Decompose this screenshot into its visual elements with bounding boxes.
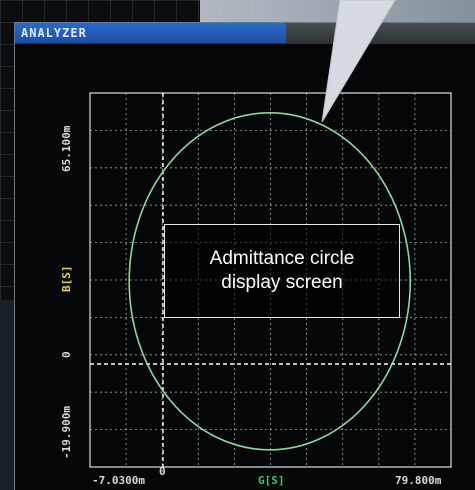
x-axis-label: G[S] (258, 474, 285, 487)
annotation-box: Admittance circle display screen (164, 224, 400, 318)
y-zero-label: 0 (60, 351, 73, 358)
y-axis-label: B[S] (60, 265, 73, 293)
y-max-label: 65.100m (60, 125, 73, 172)
annotation-line-2: display screen (221, 272, 343, 293)
x-min-label: -7.0300m (92, 474, 145, 487)
x-max-label: 79.800m (395, 474, 442, 487)
x-zero-label: 0 (159, 465, 166, 478)
annotation-line-1: Admittance circle (209, 248, 355, 269)
y-min-label: -19.900m (60, 406, 73, 459)
